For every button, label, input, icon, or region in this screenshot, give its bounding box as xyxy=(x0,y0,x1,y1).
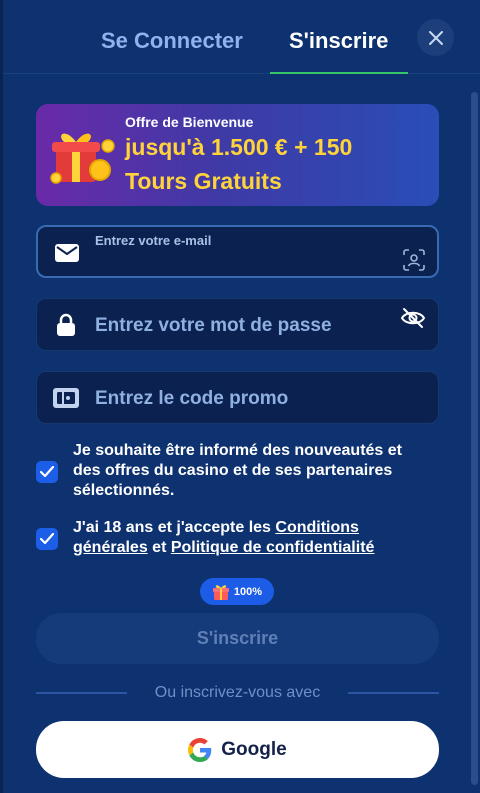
email-input[interactable] xyxy=(96,249,386,271)
bonus-badge: 100% xyxy=(200,578,274,605)
gift-icon xyxy=(50,133,115,184)
check-icon xyxy=(40,533,54,545)
welcome-offer-banner: Offre de Bienvenue jusqu'à 1.500 € + 150… xyxy=(36,104,439,206)
terms-consent: J'ai 18 ans et j'accepte les Conditions … xyxy=(36,518,439,560)
eye-off-icon[interactable] xyxy=(400,307,426,334)
email-field[interactable]: Entrez votre e-mail xyxy=(36,225,439,278)
privacy-policy-link[interactable]: Politique de confidentialité xyxy=(171,539,375,556)
check-icon xyxy=(40,466,54,478)
password-field[interactable] xyxy=(36,298,439,351)
banner-pretitle: Offre de Bienvenue xyxy=(125,114,254,130)
terms-consent-text: J'ai 18 ans et j'accepte les Conditions … xyxy=(73,518,433,558)
close-button[interactable] xyxy=(417,19,454,56)
close-icon xyxy=(428,30,443,45)
email-label: Entrez votre e-mail xyxy=(95,233,212,248)
password-input[interactable] xyxy=(95,315,385,337)
gift-icon xyxy=(212,584,229,600)
face-scan-icon[interactable] xyxy=(403,249,425,276)
marketing-consent: Je souhaite être informé des nouveautés … xyxy=(36,441,439,501)
google-signup-button[interactable]: Google xyxy=(36,721,439,778)
terms-middle: et xyxy=(147,539,171,556)
tab-signup[interactable]: S'inscrire xyxy=(289,28,388,54)
tab-login[interactable]: Se Connecter xyxy=(101,28,243,54)
banner-offer-spins: Tours Gratuits xyxy=(125,168,282,194)
google-icon xyxy=(188,737,212,762)
divider-right xyxy=(348,692,439,694)
scrollbar[interactable] xyxy=(471,92,478,785)
google-label: Google xyxy=(221,738,287,760)
promo-code-input[interactable] xyxy=(95,388,385,410)
lock-icon xyxy=(53,312,79,338)
marketing-consent-text: Je souhaite être informé des nouveautés … xyxy=(73,442,402,499)
signup-submit-button[interactable]: S'inscrire xyxy=(36,613,439,664)
terms-consent-checkbox[interactable] xyxy=(36,528,58,550)
auth-tabs: Se Connecter S'inscrire xyxy=(3,0,480,74)
envelope-icon xyxy=(54,240,80,266)
terms-prefix: J'ai 18 ans et j'accepte les xyxy=(73,519,276,536)
marketing-consent-checkbox[interactable] xyxy=(36,461,58,483)
signup-modal: Se Connecter S'inscrire Offre de Bienven… xyxy=(0,0,480,793)
active-tab-indicator xyxy=(270,72,408,74)
bonus-badge-value: 100% xyxy=(233,585,263,598)
ticket-icon xyxy=(53,385,79,411)
divider-text: Ou inscrivez-vous avec xyxy=(154,684,321,701)
banner-offer-amount: jusqu'à 1.500 € + 150 xyxy=(125,134,353,160)
promo-code-field[interactable] xyxy=(36,371,439,424)
divider-left xyxy=(36,692,127,694)
